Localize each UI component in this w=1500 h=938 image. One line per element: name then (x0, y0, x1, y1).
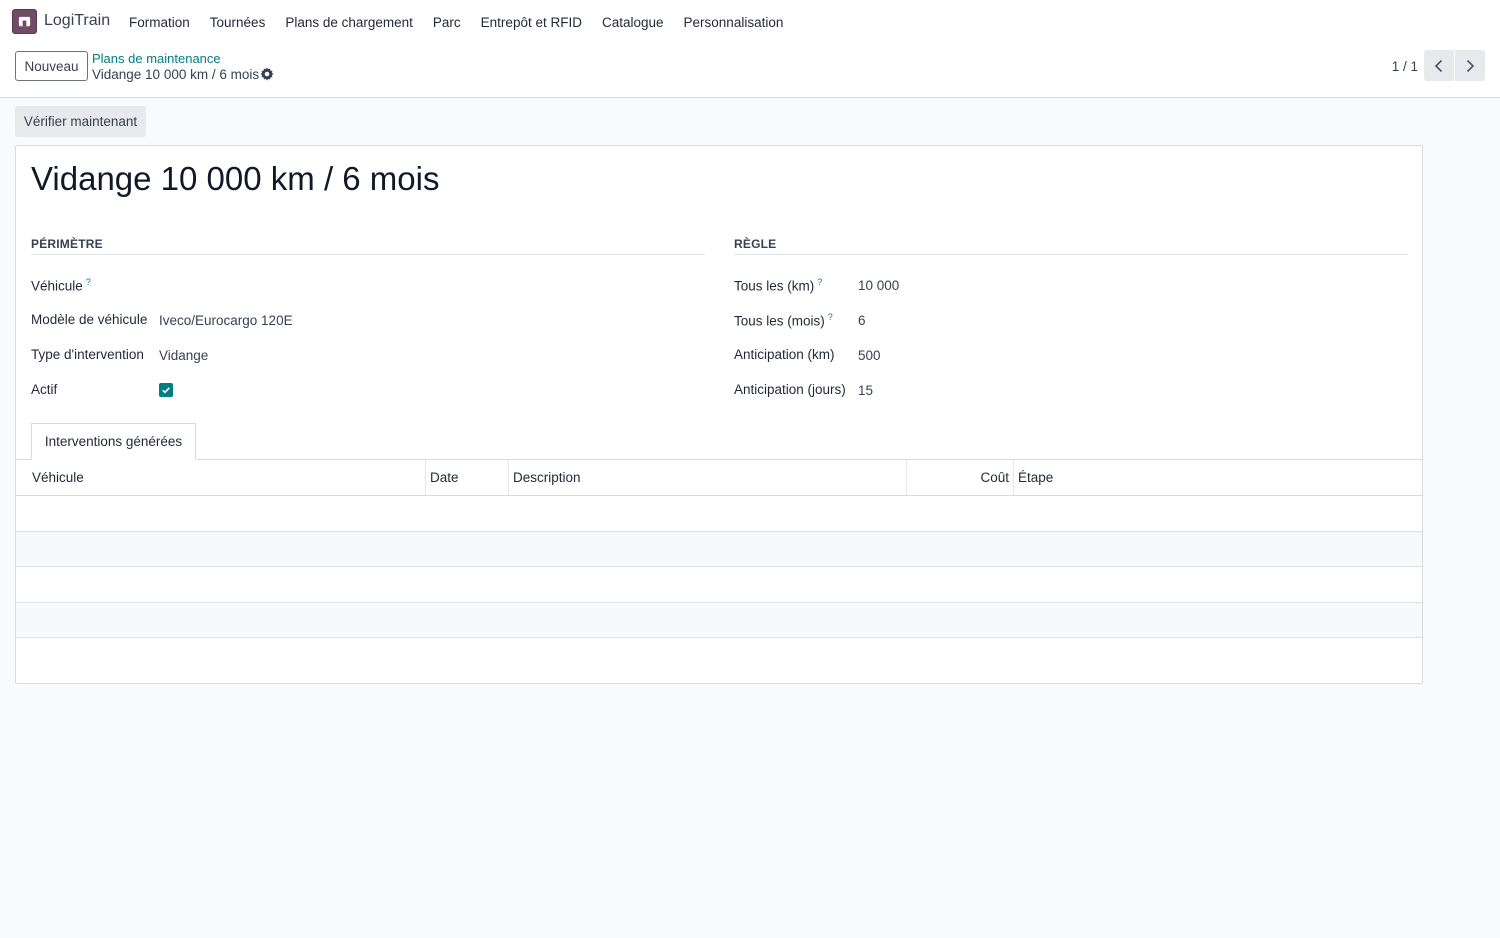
new-button[interactable]: Nouveau (15, 51, 88, 81)
check-icon (162, 387, 170, 394)
interventions-table: Véhicule Date Description Coût Étape (16, 459, 1422, 638)
form-sheet: Vidange 10 000 km / 6 mois PÉRIMÈTRE RÈG… (15, 145, 1423, 684)
column-header-description[interactable]: Description (509, 460, 907, 495)
column-header-etape[interactable]: Étape (1014, 460, 1422, 495)
help-icon[interactable]: ? (828, 312, 833, 322)
field-label-tous-les-km: Tous les (km)? (734, 277, 823, 294)
pager-previous-button[interactable] (1424, 50, 1454, 81)
group-title-perimetre: PÉRIMÈTRE (31, 237, 705, 255)
top-navbar: LogiTrain Formation Tournées Plans de ch… (0, 0, 1500, 44)
check-now-button[interactable]: Vérifier maintenant (15, 106, 146, 137)
field-label-tous-les-mois: Tous les (mois)? (734, 312, 833, 329)
gear-icon[interactable] (260, 67, 274, 81)
app-name[interactable]: LogiTrain (44, 12, 110, 30)
table-row (16, 531, 1422, 567)
menu-item-tournees[interactable]: Tournées (200, 15, 276, 30)
actif-checkbox[interactable] (159, 383, 173, 397)
anticipation-km-value[interactable]: 500 (858, 348, 881, 363)
record-title[interactable]: Vidange 10 000 km / 6 mois (31, 160, 439, 198)
help-icon[interactable]: ? (817, 277, 822, 287)
table-row (16, 602, 1422, 638)
tous-les-km-value[interactable]: 10 000 (858, 278, 899, 293)
type-intervention-value[interactable]: Vidange (159, 348, 208, 363)
pager-next-button[interactable] (1455, 50, 1485, 81)
chevron-right-icon (1466, 59, 1475, 72)
menu-item-formation[interactable]: Formation (119, 15, 200, 30)
control-panel: Nouveau Plans de maintenance Vidange 10 … (0, 44, 1500, 98)
menu-item-entrepot-rfid[interactable]: Entrepôt et RFID (471, 15, 592, 30)
column-header-vehicule[interactable]: Véhicule (16, 460, 426, 495)
breadcrumb-parent-link[interactable]: Plans de maintenance (92, 51, 221, 66)
menu-item-parc[interactable]: Parc (423, 15, 471, 30)
column-header-cout[interactable]: Coût (907, 460, 1014, 495)
column-header-date[interactable]: Date (426, 460, 509, 495)
table-header: Véhicule Date Description Coût Étape (16, 460, 1422, 496)
table-row (16, 567, 1422, 603)
tous-les-mois-value[interactable]: 6 (858, 313, 866, 328)
field-label-anticipation-jours: Anticipation (jours) (734, 382, 846, 397)
modele-vehicule-value[interactable]: Iveco/Eurocargo 120E (159, 313, 293, 328)
help-icon[interactable]: ? (86, 277, 91, 287)
tab-interventions-generees[interactable]: Interventions générées (31, 423, 196, 460)
field-label-type-intervention: Type d'intervention (31, 347, 144, 362)
menu-item-plans-de-chargement[interactable]: Plans de chargement (275, 15, 423, 30)
menu-item-catalogue[interactable]: Catalogue (592, 15, 674, 30)
app-logo-icon[interactable] (12, 9, 37, 34)
field-label-actif: Actif (31, 382, 58, 397)
chevron-left-icon (1434, 59, 1443, 72)
vehicule-input[interactable] (159, 277, 699, 295)
field-label-anticipation-km: Anticipation (km) (734, 347, 835, 362)
pager-value[interactable]: 1 / 1 (1380, 59, 1418, 74)
anticipation-jours-value[interactable]: 15 (858, 383, 873, 398)
field-label-modele-vehicule: Modèle de véhicule (31, 312, 148, 327)
main-menu: Formation Tournées Plans de chargement P… (119, 0, 793, 44)
menu-item-personnalisation[interactable]: Personnalisation (674, 15, 794, 30)
field-label-vehicule: Véhicule? (31, 277, 91, 294)
group-title-regle: RÈGLE (734, 237, 1408, 255)
breadcrumb-current: Vidange 10 000 km / 6 mois (92, 67, 260, 82)
table-row (16, 496, 1422, 532)
